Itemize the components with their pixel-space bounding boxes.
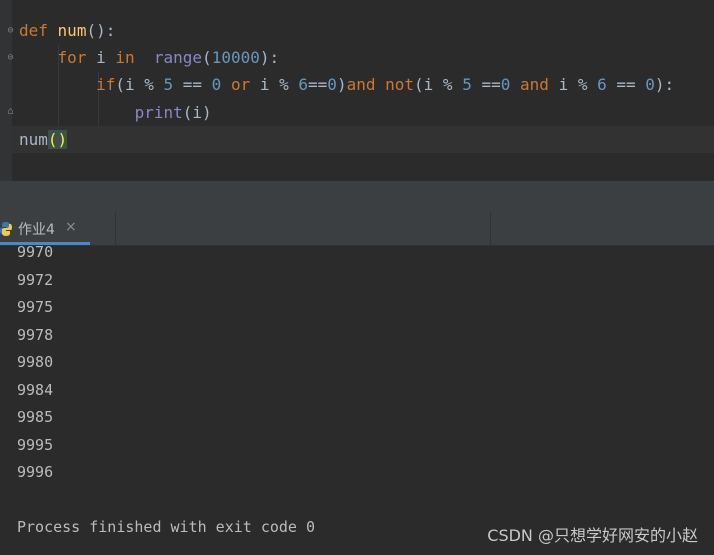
panel-divider[interactable] xyxy=(0,181,714,212)
fold-end-icon[interactable]: ⌂ xyxy=(5,106,16,118)
close-icon[interactable]: × xyxy=(65,219,77,235)
code-token: (i) xyxy=(182,103,212,122)
run-tab-label: 作业4 xyxy=(18,222,55,238)
code-token: == xyxy=(606,75,646,94)
code-token: 0 xyxy=(645,75,655,94)
tab-separator xyxy=(115,212,116,245)
fold-icon[interactable]: ⊖ xyxy=(5,25,16,37)
code-token: 0 xyxy=(211,75,222,94)
code-token: 10000 xyxy=(211,48,260,67)
code-line[interactable]: def num(): xyxy=(19,17,115,44)
code-token: 5 xyxy=(163,75,174,94)
run-tab[interactable]: 作业4 × xyxy=(0,212,90,245)
code-token: and xyxy=(520,75,549,94)
code-token: and xyxy=(346,75,376,94)
code-line[interactable]: if(i % 5 == 0 or i % 6==0)and not(i % 5 … xyxy=(19,71,674,98)
code-token: 5 xyxy=(462,75,472,94)
code-line[interactable]: num() xyxy=(19,126,68,153)
code-line[interactable]: for i in range(10000): xyxy=(19,44,280,71)
code-token: () xyxy=(47,130,68,149)
code-line[interactable]: print(i) xyxy=(19,99,212,126)
tab-separator xyxy=(490,212,491,245)
code-token: ): xyxy=(259,48,280,67)
code-token: == xyxy=(308,75,328,94)
code-token: if xyxy=(96,75,116,94)
code-token: i xyxy=(86,48,116,67)
code-token: range xyxy=(153,48,203,67)
code-token: i % xyxy=(250,75,299,94)
code-token: or xyxy=(230,75,251,94)
code-token: in xyxy=(115,48,135,67)
code-token: == xyxy=(173,75,212,94)
code-token: for xyxy=(57,48,87,67)
code-token: (i % xyxy=(414,75,463,94)
console-output-line: 9996 xyxy=(17,463,54,481)
process-exit-message: Process finished with exit code 0 xyxy=(17,518,316,536)
console-output-line: 9980 xyxy=(17,353,54,371)
code-token: num xyxy=(19,130,48,149)
code-token: num xyxy=(57,21,87,40)
run-console[interactable]: 9970 9972 9975 9978 9980 9984 9985 9995 9996 Proc… xyxy=(0,243,714,555)
watermark: CSDN @只想学好网安的小赵 xyxy=(487,526,698,545)
code-token: print xyxy=(134,103,183,122)
console-output-line: 9995 xyxy=(17,435,54,454)
code-token: 6 xyxy=(298,75,309,94)
code-editor[interactable]: ⊖ ⊖ ⌂ def num(): for i in range(10000): … xyxy=(0,0,714,181)
console-output-line: 9985 xyxy=(17,408,54,426)
run-tool-window-tabbar: 作业4 × xyxy=(0,212,714,246)
console-output-line: 9984 xyxy=(17,380,54,399)
code-token: ( xyxy=(202,48,212,67)
console-output-line: 9978 xyxy=(17,325,54,344)
python-icon xyxy=(0,221,12,240)
code-token: == xyxy=(471,75,501,94)
current-line-highlight xyxy=(12,126,714,153)
code-token: (i % xyxy=(115,75,164,94)
code-token: ): xyxy=(654,75,675,94)
console-output-line: 9970 xyxy=(17,243,54,261)
code-token: 6 xyxy=(597,75,607,94)
code-token: 0 xyxy=(500,75,511,94)
console-output-line: 9972 xyxy=(17,270,54,289)
code-token: ) xyxy=(336,75,347,94)
code-token: not xyxy=(385,75,415,94)
code-token: i % xyxy=(548,75,598,94)
console-output-line: 9975 xyxy=(17,298,54,316)
code-token: 0 xyxy=(327,75,337,94)
code-token: (): xyxy=(86,21,116,40)
code-token: def xyxy=(19,21,48,40)
fold-icon[interactable]: ⊖ xyxy=(5,52,16,64)
